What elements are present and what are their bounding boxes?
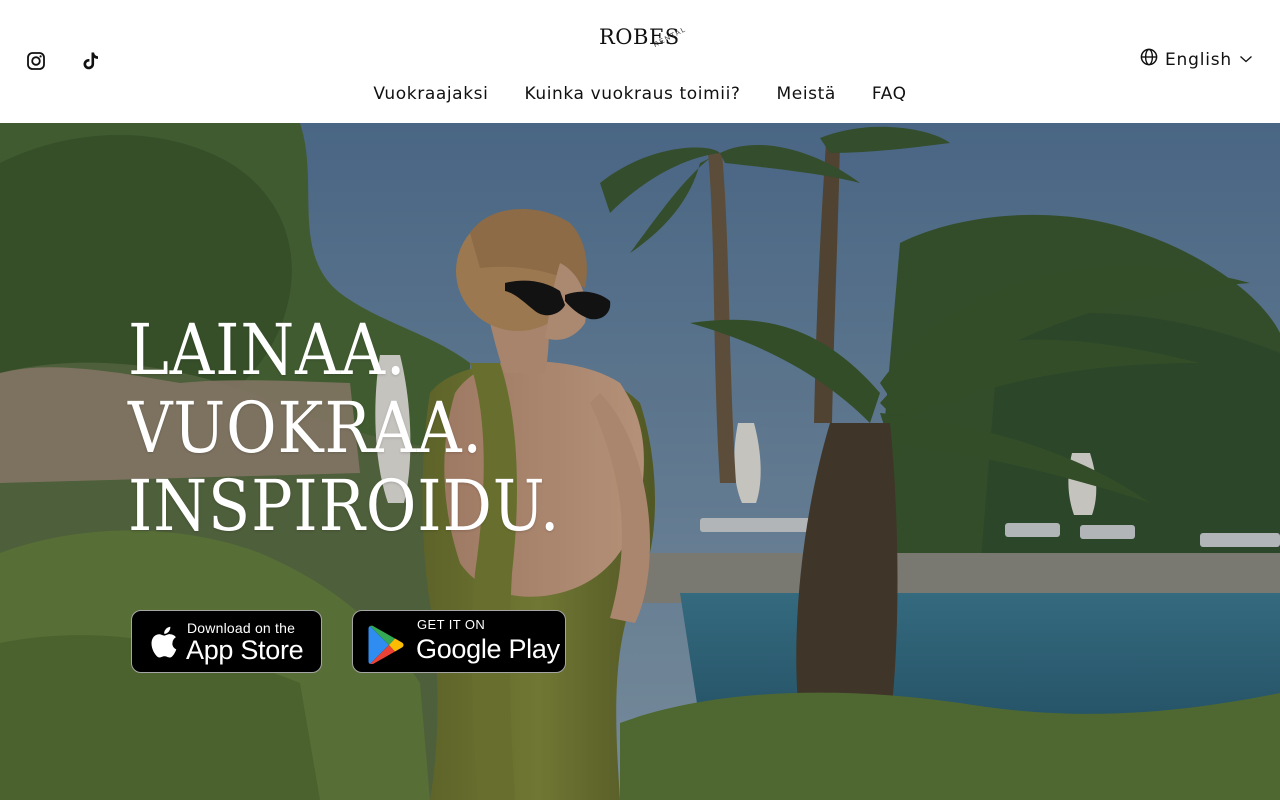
hero-section: LAINAA. VUOKRAA. INSPIROIDU. Download on… (0, 123, 1280, 800)
google-play-small-label: GET IT ON (417, 617, 486, 632)
nav-link-faq[interactable]: FAQ (872, 81, 907, 109)
app-store-small-label: Download on the (187, 620, 296, 636)
hero-headline: LAINAA. VUOKRAA. INSPIROIDU. (128, 311, 828, 545)
language-selector[interactable]: English (1140, 48, 1253, 71)
hero-line-2: VUOKRAA. (128, 387, 483, 469)
google-play-button[interactable]: GET IT ON Google Play (352, 610, 566, 673)
nav-link-about[interactable]: Meistä (777, 81, 836, 109)
hero-line-1: LAINAA. (128, 309, 407, 391)
google-play-icon (367, 624, 407, 669)
tiktok-icon[interactable] (80, 50, 102, 72)
app-store-big-label: App Store (186, 635, 304, 665)
apple-icon (146, 624, 178, 665)
instagram-icon[interactable] (25, 50, 47, 72)
language-label: English (1165, 49, 1232, 70)
app-store-button[interactable]: Download on the App Store (131, 610, 322, 673)
hero-line-3: INSPIROIDU. (128, 465, 561, 547)
nav-link-how-it-works[interactable]: Kuinka vuokraus toimii? (524, 81, 740, 109)
site-header: ROBES RENTAL Vuokraajaksi Kuinka vuokrau… (0, 0, 1280, 123)
globe-icon (1140, 48, 1158, 71)
google-play-big-label: Google Play (416, 634, 560, 664)
main-nav: Vuokraajaksi Kuinka vuokraus toimii? Mei… (0, 81, 1280, 109)
nav-link-vuokraajaksi[interactable]: Vuokraajaksi (373, 81, 488, 109)
chevron-down-icon (1239, 51, 1253, 69)
brand-logo[interactable]: ROBES RENTAL (596, 24, 688, 64)
